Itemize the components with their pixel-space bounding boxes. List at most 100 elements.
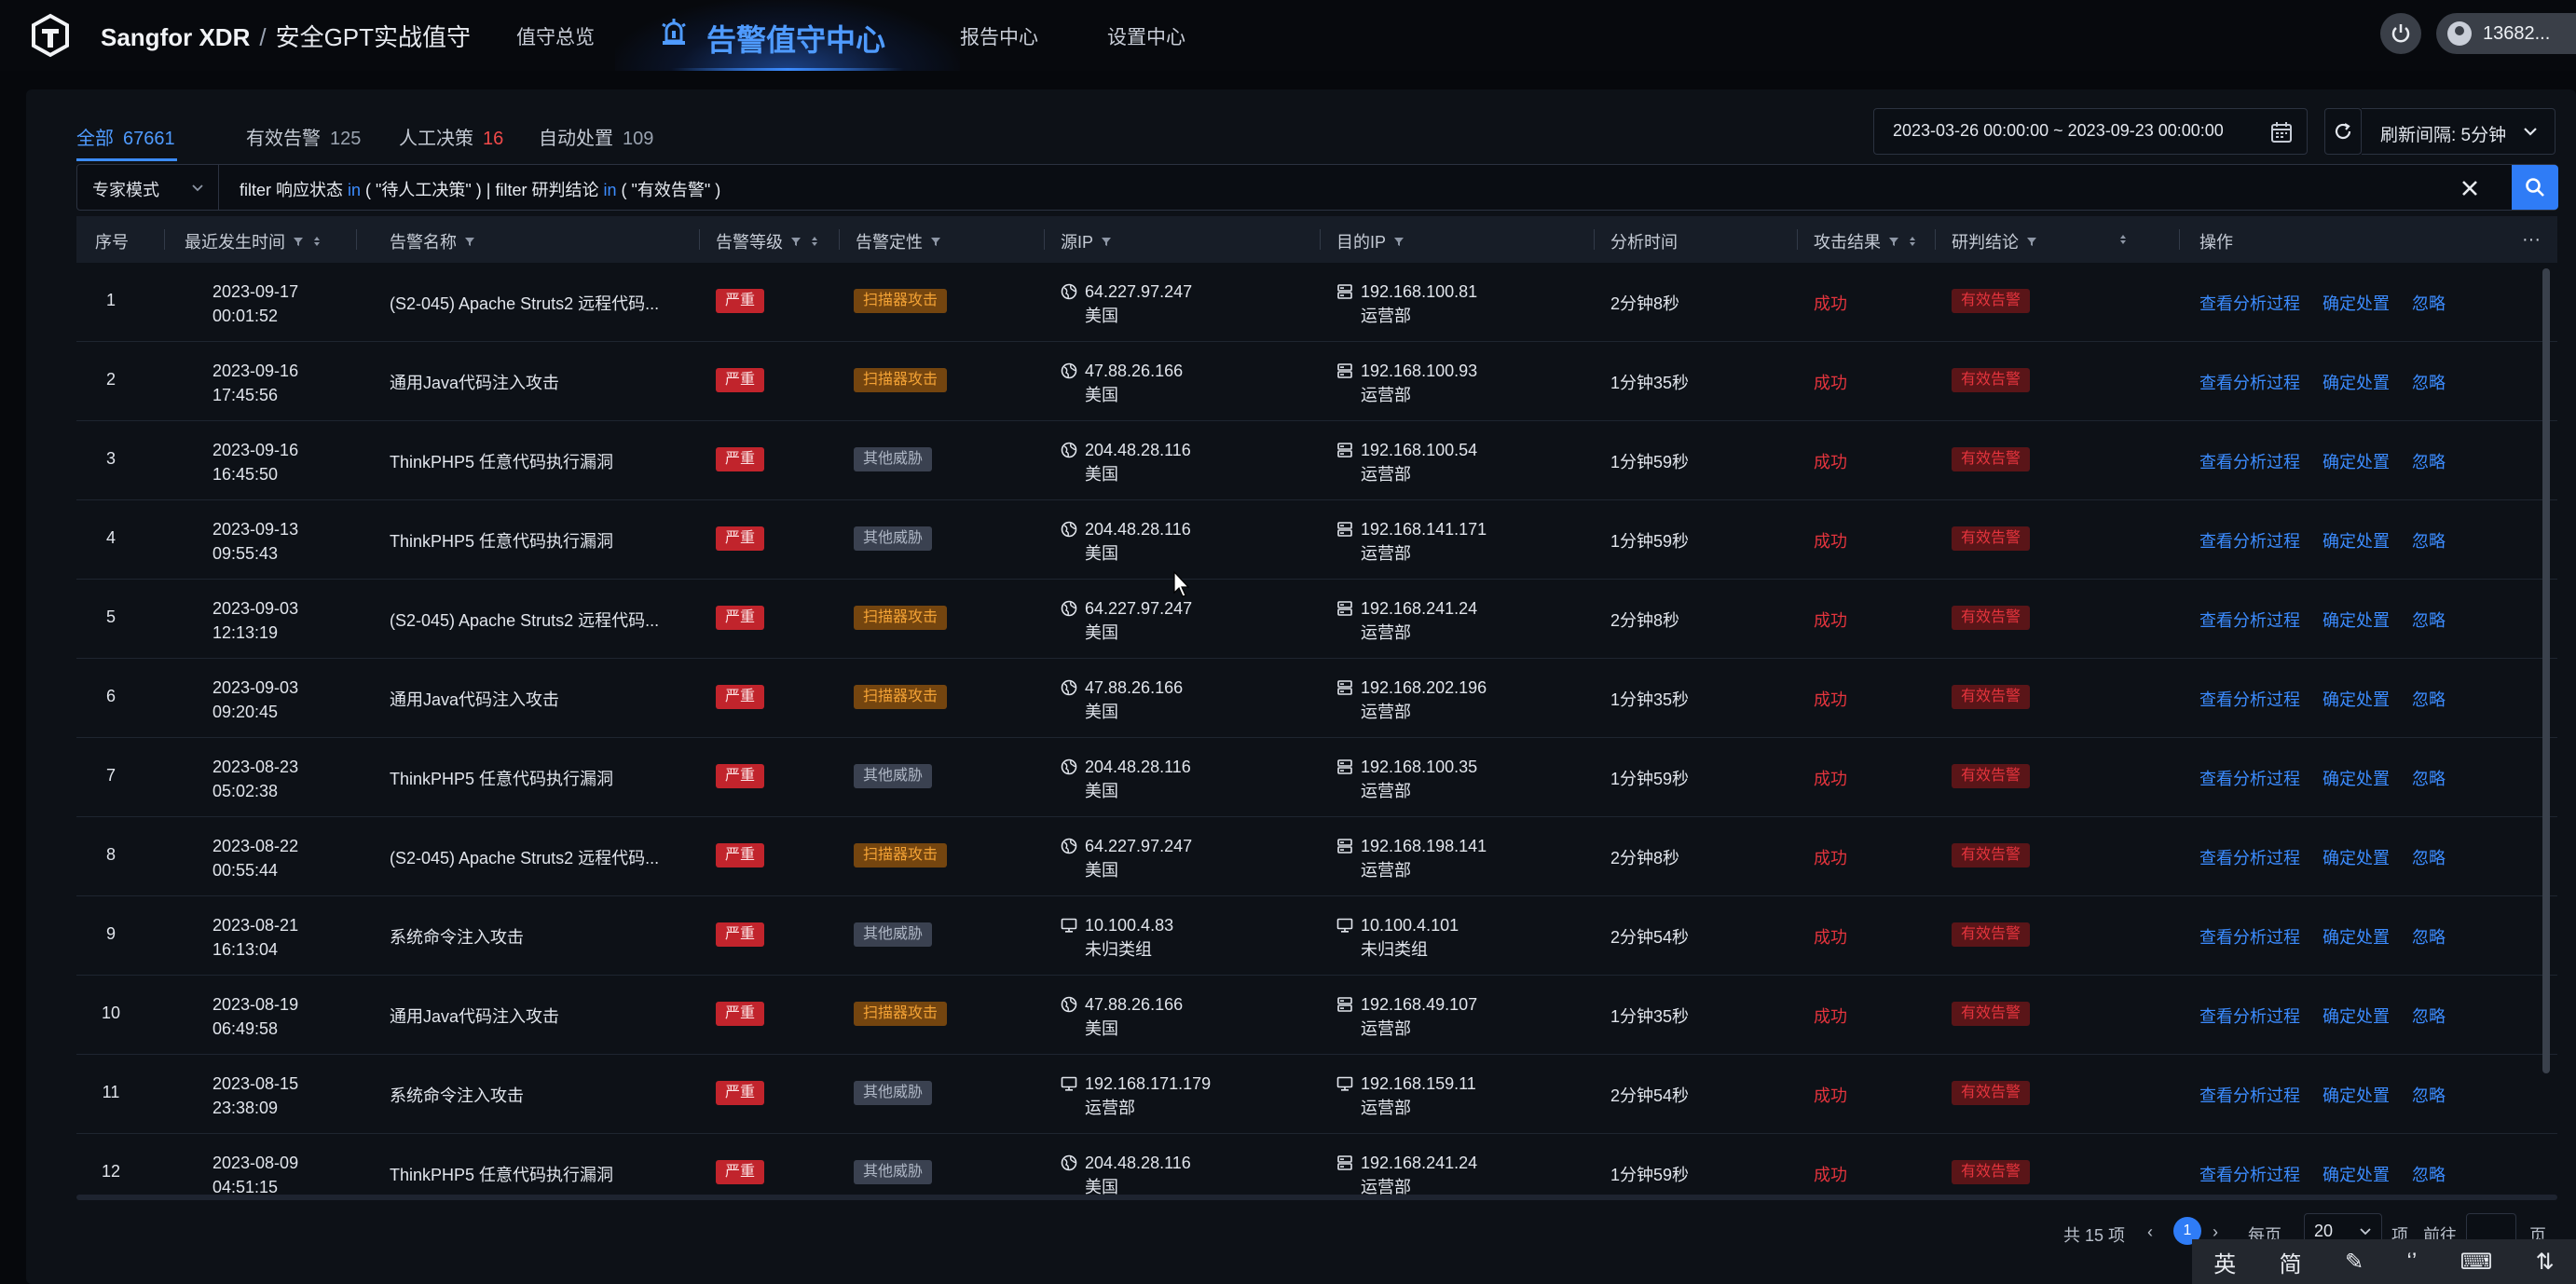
ignore-link[interactable]: 忽略	[2412, 1004, 2446, 1028]
tab-manual-decision[interactable]: 人工决策 16	[399, 123, 503, 150]
row-alert-name[interactable]: 通用Java代码注入攻击	[390, 370, 559, 394]
ime-punctuation-icon[interactable]: ‘’	[2407, 1249, 2418, 1275]
table-row[interactable]: 9 2023-08-21 16:13:04 系统命令注入攻击 严重 其他威胁 10.100.…	[76, 896, 2557, 976]
dest-ip-value[interactable]: 192.168.141.171	[1361, 517, 1487, 541]
row-alert-name[interactable]: ThinkPHP5 任意代码执行漏洞	[390, 766, 613, 790]
ignore-link[interactable]: 忽略	[2412, 845, 2446, 869]
source-ip-value[interactable]: 204.48.28.116	[1085, 438, 1191, 462]
ignore-link[interactable]: 忽略	[2412, 1083, 2446, 1107]
view-analysis-link[interactable]: 查看分析过程	[2199, 845, 2300, 869]
dest-ip-value[interactable]: 10.100.4.101	[1361, 913, 1459, 937]
row-alert-name[interactable]: 系统命令注入攻击	[390, 924, 524, 949]
refresh-interval-select[interactable]: 刷新间隔: 5分钟	[2362, 108, 2555, 155]
table-row[interactable]: 11 2023-08-15 23:38:09 系统命令注入攻击 严重 其他威胁 192.16…	[76, 1055, 2557, 1134]
confirm-disposal-link[interactable]: 确定处置	[2323, 687, 2390, 711]
search-button[interactable]	[2512, 165, 2558, 210]
ignore-link[interactable]: 忽略	[2412, 766, 2446, 790]
dest-ip-value[interactable]: 192.168.241.24	[1361, 1151, 1477, 1175]
confirm-disposal-link[interactable]: 确定处置	[2323, 766, 2390, 790]
vertical-scrollbar[interactable]	[2542, 268, 2550, 1073]
col-conclusion[interactable]: 研判结论	[1952, 229, 2037, 253]
row-alert-name[interactable]: ThinkPHP5 任意代码执行漏洞	[390, 528, 613, 553]
query-input[interactable]: filter 响应状态 in ( "待人工决策" ) | filter 研判结论…	[240, 177, 720, 201]
nav-overview[interactable]: 值守总览	[516, 22, 595, 50]
row-alert-name[interactable]: 系统命令注入攻击	[390, 1083, 524, 1107]
view-analysis-link[interactable]: 查看分析过程	[2199, 766, 2300, 790]
table-row[interactable]: 12 2023-08-09 04:51:15 ThinkPHP5 任意代码执行漏洞 严重…	[76, 1134, 2557, 1195]
dest-ip-value[interactable]: 192.168.49.107	[1361, 992, 1477, 1017]
source-ip-value[interactable]: 204.48.28.116	[1085, 1151, 1191, 1175]
dest-ip-value[interactable]: 192.168.241.24	[1361, 596, 1477, 621]
filter-icon[interactable]	[464, 236, 475, 247]
view-analysis-link[interactable]: 查看分析过程	[2199, 924, 2300, 949]
dest-ip-value[interactable]: 192.168.159.11	[1361, 1072, 1476, 1096]
table-row[interactable]: 2 2023-09-16 17:45:56 通用Java代码注入攻击 严重 扫描器攻击 47…	[76, 342, 2557, 421]
row-alert-name[interactable]: ThinkPHP5 任意代码执行漏洞	[390, 1162, 613, 1186]
ignore-link[interactable]: 忽略	[2412, 924, 2446, 949]
ime-lang-toggle[interactable]: 英	[2213, 1246, 2236, 1278]
tab-auto-handled[interactable]: 自动处置 109	[539, 123, 653, 150]
filter-icon[interactable]	[293, 236, 304, 247]
confirm-disposal-link[interactable]: 确定处置	[2323, 370, 2390, 394]
confirm-disposal-link[interactable]: 确定处置	[2323, 845, 2390, 869]
source-ip-value[interactable]: 47.88.26.166	[1085, 676, 1183, 700]
search-mode-select[interactable]: 专家模式	[77, 165, 219, 210]
col-alert-name[interactable]: 告警名称	[390, 229, 475, 253]
dest-ip-value[interactable]: 192.168.100.81	[1361, 280, 1477, 304]
view-analysis-link[interactable]: 查看分析过程	[2199, 608, 2300, 632]
sort-icon[interactable]	[2117, 234, 2129, 245]
view-analysis-link[interactable]: 查看分析过程	[2199, 291, 2300, 315]
ignore-link[interactable]: 忽略	[2412, 370, 2446, 394]
nav-settings[interactable]: 设置中心	[1107, 22, 1185, 50]
confirm-disposal-link[interactable]: 确定处置	[2323, 924, 2390, 949]
source-ip-value[interactable]: 64.227.97.247	[1085, 280, 1192, 304]
dest-ip-value[interactable]: 192.168.100.54	[1361, 438, 1477, 462]
col-source-ip[interactable]: 源IP	[1061, 229, 1112, 253]
dest-ip-value[interactable]: 192.168.198.141	[1361, 834, 1487, 858]
table-row[interactable]: 1 2023-09-17 00:01:52 (S2-045) Apache Strut…	[76, 263, 2557, 342]
tab-all[interactable]: 全部 67661	[76, 123, 175, 150]
col-last-time[interactable]: 最近发生时间	[185, 229, 322, 253]
view-analysis-link[interactable]: 查看分析过程	[2199, 449, 2300, 473]
table-row[interactable]: 4 2023-09-13 09:55:43 ThinkPHP5 任意代码执行漏洞 严重 其…	[76, 500, 2557, 580]
ignore-link[interactable]: 忽略	[2412, 528, 2446, 553]
horizontal-scrollbar[interactable]	[76, 1195, 2557, 1200]
view-analysis-link[interactable]: 查看分析过程	[2199, 1004, 2300, 1028]
col-attack-result[interactable]: 攻击结果	[1814, 229, 1918, 253]
dest-ip-value[interactable]: 192.168.100.93	[1361, 359, 1477, 383]
date-range-picker[interactable]: 2023-03-26 00:00:00 ~ 2023-09-23 00:00:0…	[1873, 108, 2308, 155]
source-ip-value[interactable]: 47.88.26.166	[1085, 359, 1183, 383]
row-alert-name[interactable]: (S2-045) Apache Struts2 远程代码...	[390, 291, 659, 315]
col-dest-ip[interactable]: 目的IP	[1336, 229, 1404, 253]
page-prev-button[interactable]: ‹	[2147, 1223, 2153, 1242]
row-alert-name[interactable]: (S2-045) Apache Struts2 远程代码...	[390, 608, 659, 632]
dest-ip-value[interactable]: 192.168.100.35	[1361, 755, 1477, 779]
confirm-disposal-link[interactable]: 确定处置	[2323, 1162, 2390, 1186]
power-button[interactable]	[2380, 13, 2421, 54]
table-row[interactable]: 8 2023-08-22 00:55:44 (S2-045) Apache Strut…	[76, 817, 2557, 896]
filter-icon[interactable]	[2026, 236, 2037, 247]
ignore-link[interactable]: 忽略	[2412, 1162, 2446, 1186]
filter-icon[interactable]	[790, 236, 802, 247]
ignore-link[interactable]: 忽略	[2412, 291, 2446, 315]
row-alert-name[interactable]: ThinkPHP5 任意代码执行漏洞	[390, 449, 613, 473]
view-analysis-link[interactable]: 查看分析过程	[2199, 1162, 2300, 1186]
refresh-button[interactable]	[2324, 108, 2362, 155]
view-analysis-link[interactable]: 查看分析过程	[2199, 687, 2300, 711]
source-ip-value[interactable]: 64.227.97.247	[1085, 834, 1192, 858]
confirm-disposal-link[interactable]: 确定处置	[2323, 291, 2390, 315]
column-settings-icon[interactable]: ···	[2522, 229, 2541, 251]
confirm-disposal-link[interactable]: 确定处置	[2323, 528, 2390, 553]
confirm-disposal-link[interactable]: 确定处置	[2323, 608, 2390, 632]
ignore-link[interactable]: 忽略	[2412, 449, 2446, 473]
sort-icon[interactable]	[809, 236, 820, 247]
source-ip-value[interactable]: 204.48.28.116	[1085, 755, 1191, 779]
dest-ip-value[interactable]: 192.168.202.196	[1361, 676, 1487, 700]
view-analysis-link[interactable]: 查看分析过程	[2199, 370, 2300, 394]
col-severity[interactable]: 告警等级	[716, 229, 820, 253]
table-row[interactable]: 10 2023-08-19 06:49:58 通用Java代码注入攻击 严重 扫描器攻击 4…	[76, 976, 2557, 1055]
table-row[interactable]: 6 2023-09-03 09:20:45 通用Java代码注入攻击 严重 扫描器攻击 47…	[76, 659, 2557, 738]
ime-settings-icon[interactable]: ⇅	[2536, 1249, 2555, 1276]
confirm-disposal-link[interactable]: 确定处置	[2323, 449, 2390, 473]
filter-icon[interactable]	[1888, 236, 1899, 247]
